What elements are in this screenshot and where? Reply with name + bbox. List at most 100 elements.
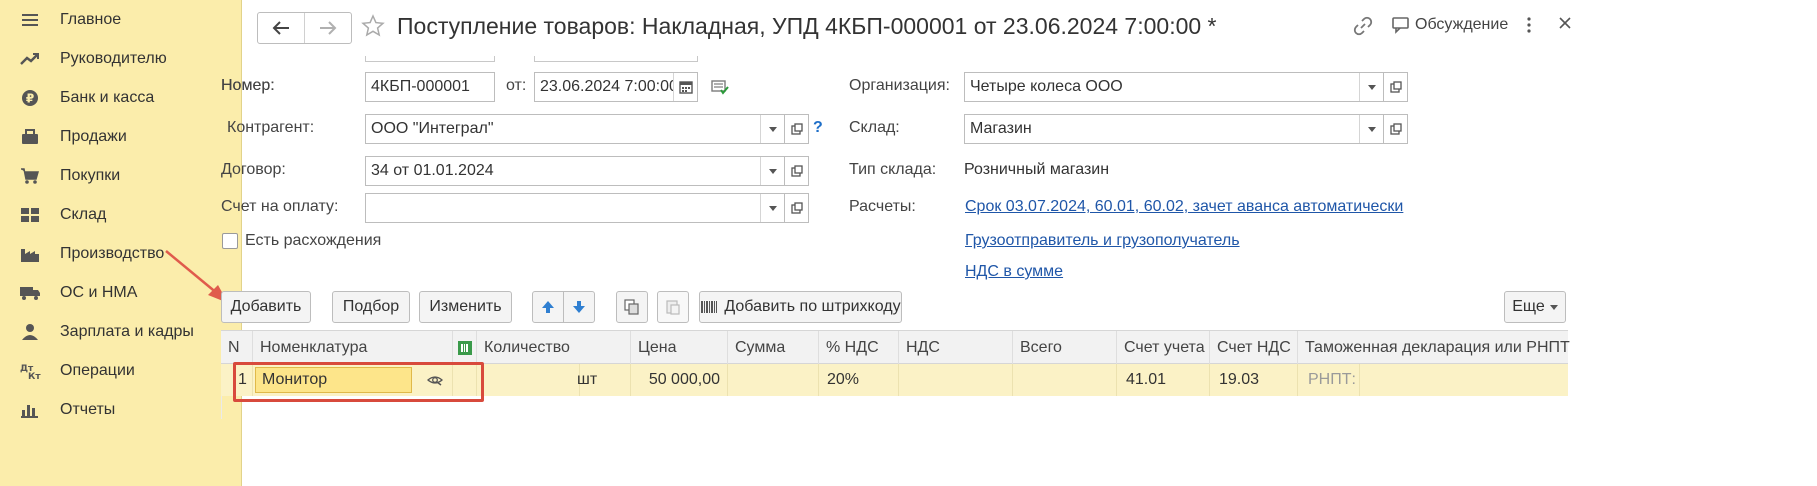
cell-vat-account[interactable]: 19.03	[1210, 364, 1298, 396]
open-window-icon	[790, 165, 803, 177]
column-header-sum[interactable]: Сумма	[728, 331, 819, 364]
contractor-field[interactable]: ООО "Интеграл"	[365, 114, 785, 144]
column-header-customs[interactable]: Таможенная декларация или РНПТ	[1298, 331, 1570, 364]
table-header: N Номенклатура Количество Цена Сумма % Н…	[221, 330, 1570, 364]
warehouse-type-label: Тип склада:	[849, 161, 937, 178]
warehouse-type-value: Розничный магазин	[964, 161, 1110, 178]
document-status-icon[interactable]	[711, 79, 729, 99]
column-header-total[interactable]: Всего	[1013, 331, 1117, 364]
cell-vat-rate[interactable]: 20%	[819, 364, 899, 396]
open-organization-button[interactable]	[1384, 72, 1408, 102]
help-icon[interactable]: ?	[813, 119, 823, 137]
discussion-label: Обсуждение	[1415, 16, 1509, 33]
column-header-item[interactable]: Номенклатура	[253, 331, 453, 364]
move-up-button[interactable]	[532, 291, 564, 323]
form-header: Поступление товаров: Накладная, УПД 4КБП…	[242, 0, 1817, 56]
cell-vat[interactable]	[899, 364, 1013, 396]
warehouse-field[interactable]: Магазин	[964, 114, 1384, 144]
column-header-price[interactable]: Цена	[631, 331, 728, 364]
sidebar-item-salary[interactable]: Зарплата и кадры	[0, 312, 242, 352]
sidebar-item-sales[interactable]: Продажи	[0, 117, 242, 157]
cell-sum[interactable]	[728, 364, 819, 396]
person-icon	[0, 323, 60, 341]
cell-customs-value[interactable]	[1360, 364, 1568, 396]
dropdown-chevron-icon[interactable]	[1359, 73, 1383, 101]
cell-price[interactable]: 50 000,00	[631, 364, 728, 396]
open-window-icon	[790, 123, 803, 135]
sidebar-item-operations[interactable]: Дт Кт Операции	[0, 351, 242, 391]
open-contractor-button[interactable]	[785, 114, 809, 144]
favorite-star-icon[interactable]	[361, 14, 385, 42]
number-field[interactable]: 4КБП-000001	[365, 72, 495, 102]
settlements-label: Расчеты:	[849, 198, 916, 215]
sidebar-item-label: Отчеты	[60, 401, 116, 418]
contractor-label: Контрагент:	[227, 119, 315, 136]
sidebar: Главное Руководителю ₽ Банк и касса Прод…	[0, 0, 242, 486]
consignor-link[interactable]: Грузоотправитель и грузополучатель	[965, 232, 1240, 250]
cell-quantity[interactable]	[477, 364, 580, 396]
number-label: Номер:	[221, 77, 275, 94]
link-icon[interactable]	[1353, 16, 1373, 36]
dropdown-chevron-icon[interactable]	[760, 157, 784, 185]
move-down-button[interactable]	[563, 291, 595, 323]
column-header-vat-rate[interactable]: % НДС	[819, 331, 899, 364]
sidebar-item-label: Руководителю	[60, 50, 167, 67]
open-contract-button[interactable]	[785, 156, 809, 186]
column-header-vat[interactable]: НДС	[899, 331, 1013, 364]
sales-icon	[0, 128, 60, 146]
settlements-link[interactable]: Срок 03.07.2024, 60.01, 60.02, зачет ава…	[965, 198, 1403, 216]
column-header-vat-account[interactable]: Счет НДС	[1210, 331, 1298, 364]
dropdown-chevron-icon[interactable]	[760, 194, 784, 222]
more-button[interactable]: Еще	[1504, 291, 1566, 323]
calendar-icon[interactable]	[673, 73, 697, 101]
copy-icon	[624, 299, 639, 315]
date-field[interactable]: 23.06.2024 7:00:00	[534, 72, 698, 102]
paste-button[interactable]	[657, 291, 689, 323]
cell-account[interactable]: 41.01	[1117, 364, 1210, 396]
edit-button[interactable]: Изменить	[419, 291, 512, 323]
cell-customs[interactable]: РНПТ:	[1298, 364, 1360, 396]
invoice-field[interactable]	[365, 193, 785, 223]
date-value: 23.06.2024 7:00:00	[540, 78, 673, 95]
warehouse-value: Магазин	[970, 120, 1032, 137]
organization-field[interactable]: Четыре колеса ООО	[964, 72, 1384, 102]
pick-button[interactable]: Подбор	[332, 291, 410, 323]
copy-button[interactable]	[616, 291, 648, 323]
close-icon[interactable]	[1558, 16, 1572, 30]
annotation-highlight	[233, 362, 484, 402]
more-vertical-icon[interactable]	[1526, 16, 1532, 34]
add-button[interactable]: Добавить	[221, 291, 311, 323]
sidebar-item-manager[interactable]: Руководителю	[0, 39, 242, 79]
cell-unit[interactable]: шт	[575, 364, 631, 396]
dropdown-chevron-icon[interactable]	[1359, 115, 1383, 143]
history-navigation	[257, 12, 352, 44]
column-header-marking[interactable]	[453, 331, 477, 364]
organization-value: Четыре колеса ООО	[970, 78, 1123, 95]
sidebar-item-warehouse[interactable]: Склад	[0, 195, 242, 235]
discussion-button[interactable]: Обсуждение	[1391, 16, 1508, 34]
sidebar-item-reports[interactable]: Отчеты	[0, 390, 242, 430]
sidebar-item-label: Покупки	[60, 167, 121, 184]
column-header-n[interactable]: N	[221, 331, 253, 364]
contractor-value: ООО "Интеграл"	[371, 120, 494, 137]
vat-link[interactable]: НДС в сумме	[965, 263, 1063, 281]
forward-button[interactable]	[304, 13, 351, 43]
truck-icon	[0, 285, 60, 301]
sidebar-item-purchases[interactable]: Покупки	[0, 156, 242, 196]
ruble-icon: ₽	[0, 89, 60, 107]
invoice-label: Счет на оплату:	[221, 198, 339, 215]
add-by-barcode-button[interactable]: Добавить по штрихкоду	[699, 291, 902, 323]
sidebar-item-bank[interactable]: ₽ Банк и касса	[0, 78, 242, 118]
back-button[interactable]	[258, 13, 304, 43]
column-header-account[interactable]: Счет учета	[1117, 331, 1210, 364]
cell-total[interactable]	[1013, 364, 1117, 396]
contract-field[interactable]: 34 от 01.01.2024	[365, 156, 785, 186]
open-warehouse-button[interactable]	[1384, 114, 1408, 144]
sidebar-item-main[interactable]: Главное	[0, 0, 242, 40]
dropdown-chevron-icon[interactable]	[760, 115, 784, 143]
sidebar-item-label: Склад	[60, 206, 107, 223]
column-header-quantity[interactable]: Количество	[477, 331, 631, 364]
number-value: 4КБП-000001	[371, 78, 470, 95]
date-label: от:	[506, 77, 527, 94]
open-invoice-button[interactable]	[785, 193, 809, 223]
